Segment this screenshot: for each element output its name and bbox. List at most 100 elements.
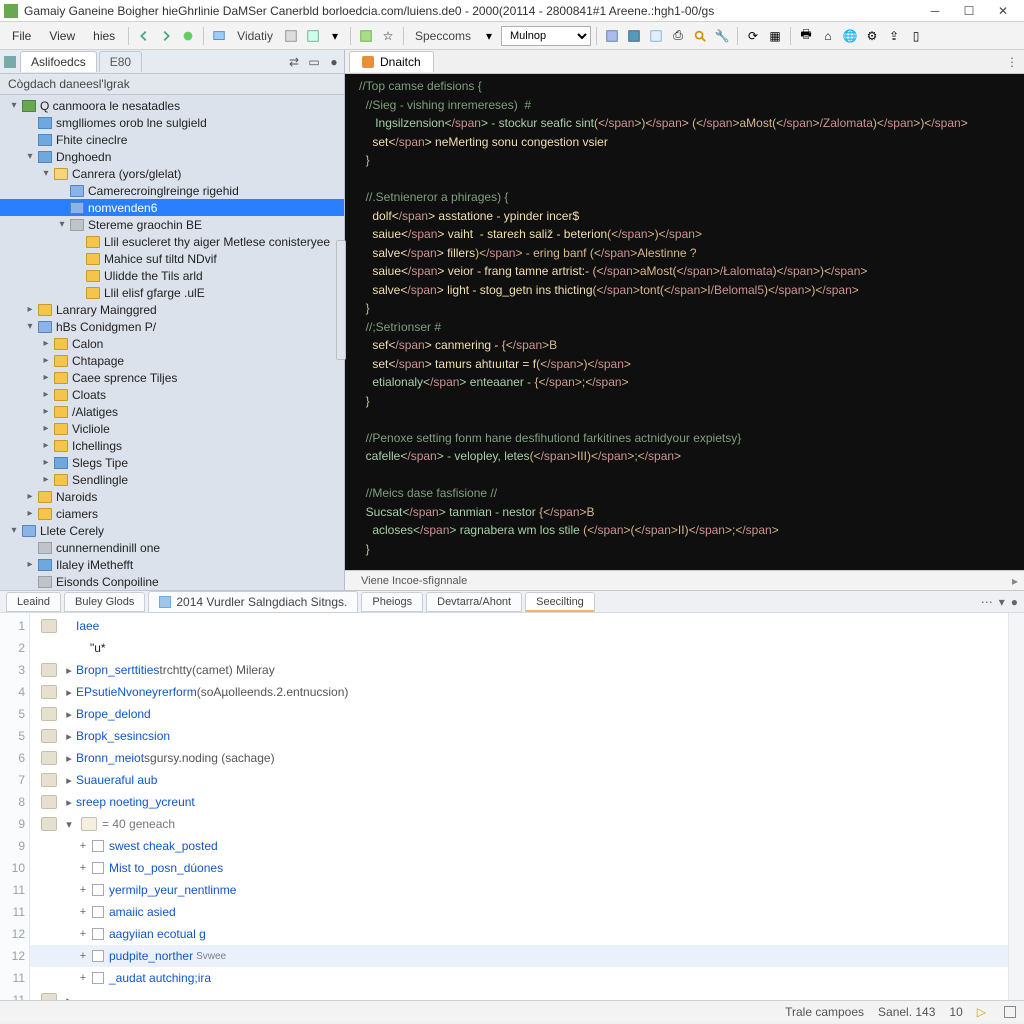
minimize-button[interactable]: ─ — [918, 0, 952, 22]
layout-icon[interactable]: ▦ — [765, 26, 785, 46]
tool-b-icon[interactable] — [624, 26, 644, 46]
print-icon[interactable]: 🖶 — [796, 26, 816, 46]
tree-item[interactable]: cunnernendinill one — [0, 539, 344, 556]
editor-bottom-tab[interactable]: Viene Incoe-sfìgnnale — [351, 573, 477, 589]
dropdown-icon[interactable]: ▾ — [325, 26, 345, 46]
expand-icon[interactable]: + — [76, 928, 90, 940]
tree-item[interactable]: ▸Caee sprence Tiljes — [0, 369, 344, 386]
vertical-scrollbar[interactable] — [1008, 613, 1024, 1000]
expand-icon[interactable]: ▸ — [62, 774, 76, 787]
explorer-tab-b[interactable]: E80 — [99, 51, 142, 72]
test-row[interactable]: +swest cheak_posted — [30, 835, 1008, 857]
tool-d-icon[interactable]: ⎙ — [668, 26, 688, 46]
gutter-handle[interactable] — [336, 240, 346, 360]
test-row[interactable]: ▸ . — [30, 989, 1008, 1000]
tree-item[interactable]: ▸Sendlingle — [0, 471, 344, 488]
collapse-icon[interactable]: ▭ — [306, 54, 322, 70]
panel-2-icon[interactable] — [303, 26, 323, 46]
tool-a-icon[interactable] — [602, 26, 622, 46]
tree-item[interactable]: ▾hBs Conidgmen P/ — [0, 318, 344, 335]
lower-close-icon[interactable]: ● — [1011, 595, 1018, 609]
nav-up-icon[interactable] — [178, 26, 198, 46]
expand-icon[interactable]: + — [76, 950, 90, 962]
mode-select[interactable]: Mulnop — [501, 26, 591, 46]
tree-item[interactable]: ▾Llete Cerely — [0, 522, 344, 539]
tree-item[interactable]: ▾Stereme graochin BE — [0, 216, 344, 233]
tree-item[interactable]: ▸ciamers — [0, 505, 344, 522]
expand-icon[interactable]: ▸ — [62, 664, 76, 677]
save-icon[interactable] — [356, 26, 376, 46]
view-menu-icon[interactable]: ● — [326, 54, 342, 70]
lower-tab[interactable]: Seecilting — [525, 592, 595, 612]
tree-item[interactable]: ▸Calon — [0, 335, 344, 352]
maximize-button[interactable]: ☐ — [952, 0, 986, 22]
tree-item[interactable]: ▾Canrera (yors/glelat) — [0, 165, 344, 182]
tree-item[interactable]: ▸Chtapage — [0, 352, 344, 369]
checkbox[interactable] — [92, 928, 104, 940]
tree-item[interactable]: smglliomes orob lne sulgield — [0, 114, 344, 131]
star-icon[interactable]: ☆ — [378, 26, 398, 46]
tree-item[interactable]: ▸Lanrary Mainggred — [0, 301, 344, 318]
nav-fwd-icon[interactable] — [156, 26, 176, 46]
test-row[interactable]: +pudpite_northerSvwee — [30, 945, 1008, 967]
tree-item[interactable]: ▸Slegs Tipe — [0, 454, 344, 471]
expand-icon[interactable]: ▸ — [62, 994, 76, 1001]
expand-icon[interactable]: ▾ — [62, 818, 76, 831]
lower-tab[interactable]: 2014 Vurdler Salngdiach Sitngs. — [148, 591, 358, 613]
lower-tab[interactable]: Devtarra/Ahont — [426, 592, 522, 612]
expand-icon[interactable]: ▸ — [62, 708, 76, 721]
device-icon[interactable]: ▯ — [906, 26, 926, 46]
lower-menu-icon[interactable]: ▾ — [999, 595, 1005, 609]
tree-item[interactable]: nomvenden6 — [0, 199, 344, 216]
tree-item[interactable]: Eisonds Conpoiline — [0, 573, 344, 590]
lower-tab[interactable]: Leaind — [6, 592, 61, 612]
project-tree[interactable]: ▾Q canmoora le nesatadlessmglliomes orob… — [0, 95, 344, 590]
globe-icon[interactable]: 🌐 — [840, 26, 860, 46]
panel-1-icon[interactable] — [281, 26, 301, 46]
expand-icon[interactable]: ▸ — [62, 796, 76, 809]
gear-icon[interactable]: ⚙ — [862, 26, 882, 46]
test-row[interactable]: ▸EPsutieNvoneyrerform (soAµolleends.2.en… — [30, 681, 1008, 703]
tree-item[interactable]: ▾Dnghoedn — [0, 148, 344, 165]
test-row[interactable]: Iaee — [30, 615, 1008, 637]
editor-tab-active[interactable]: Dnaitch — [349, 51, 434, 72]
close-button[interactable]: ✕ — [986, 0, 1020, 22]
test-row[interactable]: +_audat autching;ira — [30, 967, 1008, 989]
expand-icon[interactable]: ▸ — [62, 752, 76, 765]
refresh-icon[interactable]: ⟳ — [743, 26, 763, 46]
tests-tree[interactable]: Iaee"u*▸Bropn_serttities trchtty(camet) … — [30, 613, 1008, 1000]
menu-hies[interactable]: hies — [85, 26, 123, 46]
expand-icon[interactable]: ▸ — [62, 686, 76, 699]
test-row[interactable]: +Mist to_posn_dúones — [30, 857, 1008, 879]
code-editor[interactable]: //Top camse defisions { //Sieg - vishing… — [345, 74, 1024, 570]
tree-item[interactable]: ▸Cloats — [0, 386, 344, 403]
wrench-icon[interactable]: 🔧 — [712, 26, 732, 46]
test-row[interactable]: ▾= 40 geneach — [30, 813, 1008, 835]
checkbox[interactable] — [92, 950, 104, 962]
link-icon[interactable]: ⇄ — [286, 54, 302, 70]
test-row[interactable]: ▸Bropk_sesincsion — [30, 725, 1008, 747]
checkbox[interactable] — [92, 840, 104, 852]
tree-item[interactable]: ▸/Alatiges — [0, 403, 344, 420]
lower-tab[interactable]: Buley Glods — [64, 592, 145, 612]
checkbox[interactable] — [92, 884, 104, 896]
home-icon[interactable]: ⌂ — [818, 26, 838, 46]
expand-icon[interactable]: + — [76, 906, 90, 918]
expand-icon[interactable]: + — [76, 840, 90, 852]
export-icon[interactable]: ⇪ — [884, 26, 904, 46]
tree-item[interactable]: ▸Ichellings — [0, 437, 344, 454]
tree-item[interactable]: Camerecroinglreinge rigehid — [0, 182, 344, 199]
lower-tab[interactable]: Pheiogs — [361, 592, 423, 612]
nav-back-icon[interactable] — [134, 26, 154, 46]
test-row[interactable]: ▸Bronn_meiot sgursy.noding (sachage) — [30, 747, 1008, 769]
test-row[interactable]: ▸sreep noeting_ycreunt — [30, 791, 1008, 813]
screen-icon[interactable] — [209, 26, 229, 46]
test-row[interactable]: + amaiic asied — [30, 901, 1008, 923]
tool-c-icon[interactable] — [646, 26, 666, 46]
test-row[interactable]: +aagyiian ecotual g — [30, 923, 1008, 945]
step-icon[interactable] — [1004, 1006, 1016, 1018]
expand-icon[interactable]: + — [76, 884, 90, 896]
tree-item[interactable]: ▸Naroids — [0, 488, 344, 505]
test-row[interactable]: "u* — [30, 637, 1008, 659]
search-icon[interactable] — [690, 26, 710, 46]
